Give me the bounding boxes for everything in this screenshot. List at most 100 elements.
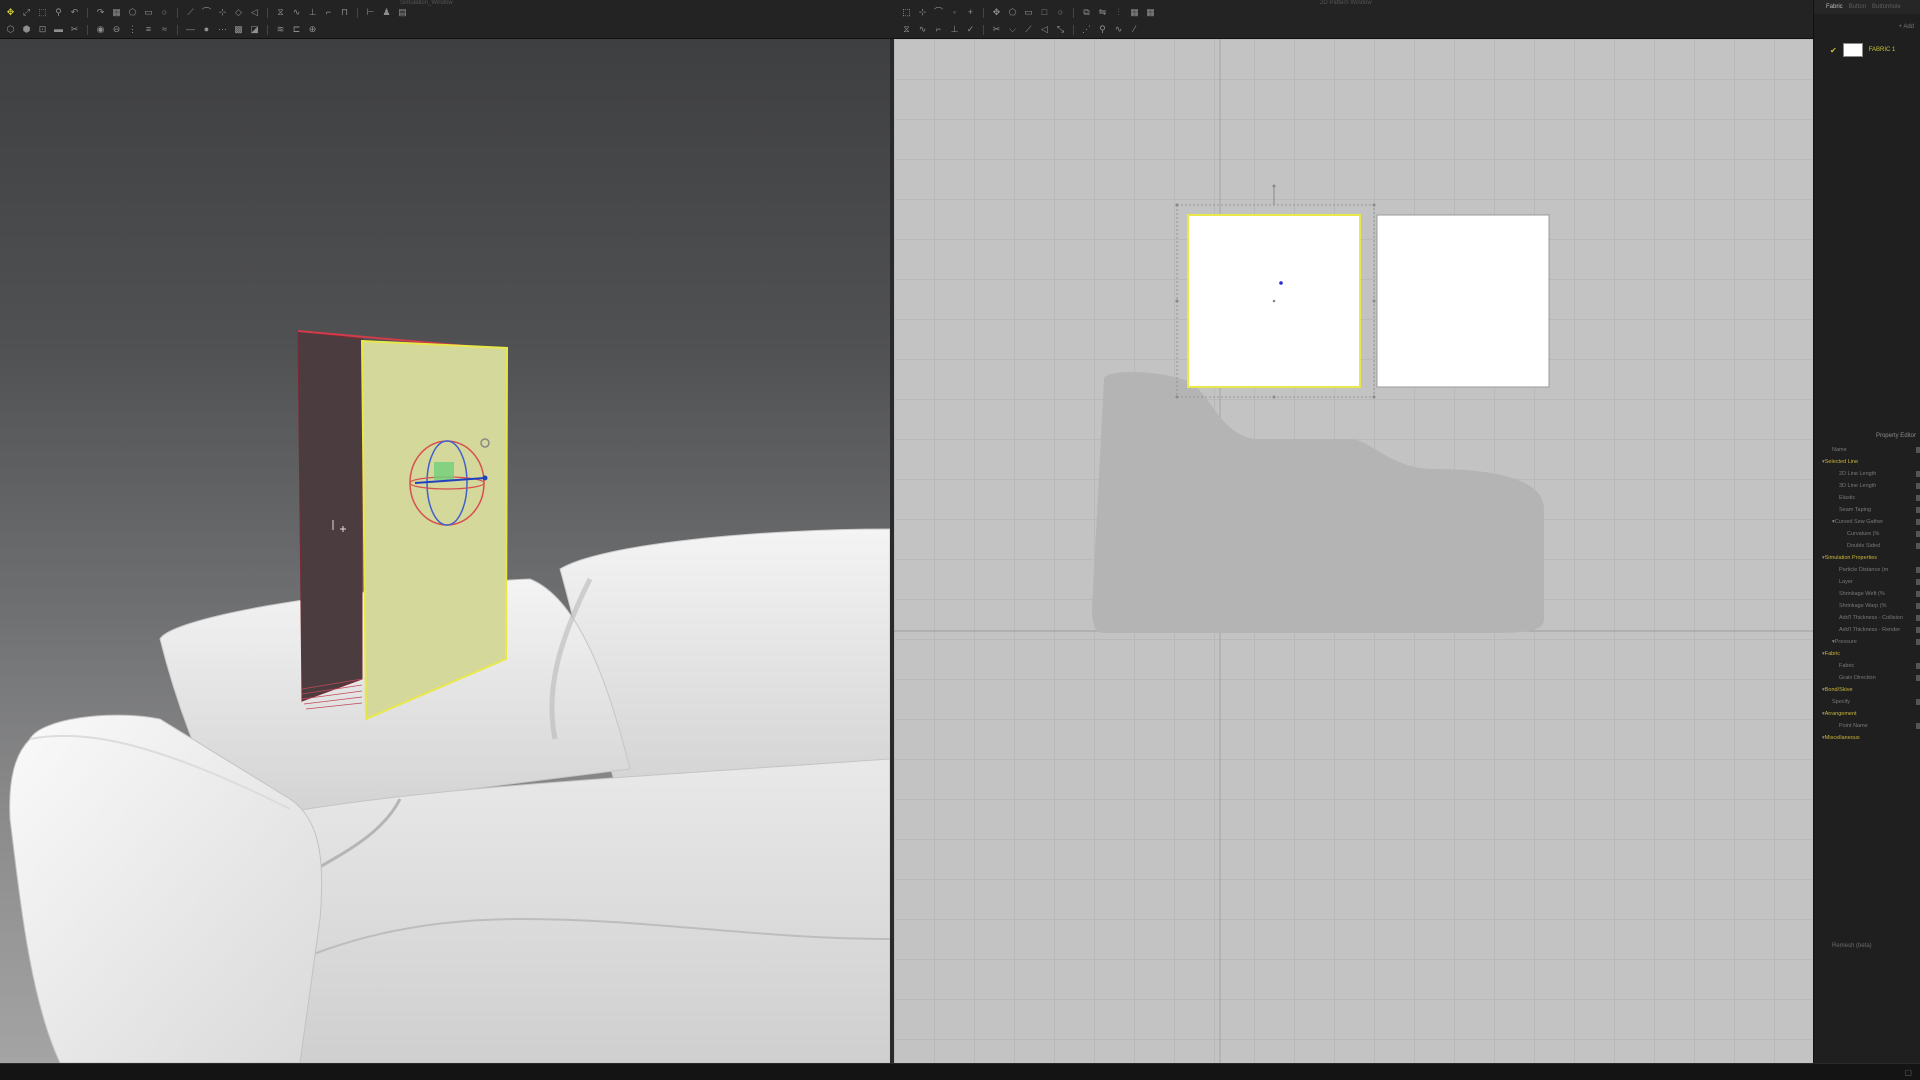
property-row[interactable]: Particle Distance (m — [1814, 564, 1920, 576]
property-value[interactable] — [1916, 447, 1920, 453]
property-row[interactable]: Point Name — [1814, 720, 1920, 732]
move-icon[interactable]: ✥ — [990, 7, 1003, 18]
offset-icon[interactable]: ⤡ — [1054, 24, 1067, 35]
property-value[interactable] — [1916, 543, 1920, 549]
property-row[interactable]: Name — [1814, 444, 1920, 456]
trim-icon[interactable]: ✂ — [68, 24, 81, 35]
puckering-icon[interactable]: ≋ — [274, 24, 287, 35]
curve-icon[interactable]: ⌒ — [200, 7, 213, 18]
property-value[interactable] — [1916, 627, 1920, 633]
property-value[interactable] — [1916, 591, 1920, 597]
pin-icon[interactable]: ⚲ — [52, 7, 65, 18]
free-sewing-icon[interactable]: ∿ — [290, 7, 303, 18]
free-sewing-icon[interactable]: ∿ — [916, 24, 929, 35]
property-value[interactable] — [1916, 483, 1920, 489]
trim-icon[interactable]: ✂ — [990, 24, 1003, 35]
sewing-icon[interactable]: ⧖ — [274, 7, 287, 18]
tab-button[interactable]: Button — [1849, 4, 1866, 10]
tab-buttonhole[interactable]: Buttonhole — [1872, 4, 1901, 10]
edit-curvature-icon[interactable]: ⌒ — [932, 7, 945, 18]
copy-icon[interactable]: ⧉ — [1080, 7, 1093, 18]
buttonhole-icon[interactable]: ⊖ — [110, 24, 123, 35]
property-value[interactable] — [1916, 531, 1920, 537]
property-row[interactable]: Add'l Thickness - Render — [1814, 624, 1920, 636]
edit-mesh-icon[interactable]: ⬢ — [20, 24, 33, 35]
property-section[interactable]: ▾ Selected Line — [1814, 456, 1920, 468]
sewing-check-icon[interactable]: ✓ — [964, 24, 977, 35]
piping-icon[interactable]: ≡ — [142, 24, 155, 35]
edit-pattern-icon[interactable]: ⬚ — [36, 7, 49, 18]
property-value[interactable] — [1916, 723, 1920, 729]
select-move-icon[interactable]: ✥ — [4, 7, 17, 18]
zipper-icon[interactable]: ⋮ — [126, 24, 139, 35]
property-row[interactable]: Elastic — [1814, 492, 1920, 504]
property-row[interactable]: Shrinkage Warp (% — [1814, 600, 1920, 612]
internal-polygon-icon[interactable]: ◇ — [232, 7, 245, 18]
property-value[interactable] — [1916, 579, 1920, 585]
property-row[interactable]: Fabric — [1814, 660, 1920, 672]
wave-icon[interactable]: ∿ — [1112, 24, 1125, 35]
pin-box-icon[interactable]: ⊡ — [36, 24, 49, 35]
add-point-icon[interactable]: + — [964, 7, 977, 18]
mirror-icon[interactable]: ⇋ — [1096, 7, 1109, 18]
circle-icon[interactable]: ○ — [1054, 7, 1067, 18]
stitch-icon[interactable]: ⋯ — [216, 24, 229, 35]
property-value[interactable] — [1916, 507, 1920, 513]
circle-icon[interactable]: ○ — [158, 7, 171, 18]
property-row[interactable]: Double Sided — [1814, 540, 1920, 552]
undo-icon[interactable]: ↶ — [68, 7, 81, 18]
tape-icon[interactable]: ▬ — [52, 24, 65, 35]
slash-icon[interactable]: ⁄ — [1128, 24, 1141, 35]
property-value[interactable] — [1916, 663, 1920, 669]
property-value[interactable] — [1916, 471, 1920, 477]
dot-icon[interactable]: ● — [200, 24, 213, 35]
curve-point-icon[interactable]: ⊹ — [216, 7, 229, 18]
property-row[interactable]: 2D Line Length — [1814, 468, 1920, 480]
property-row[interactable]: Grain Direction — [1814, 672, 1920, 684]
rectangle-icon[interactable]: ▭ — [1022, 7, 1035, 18]
button-icon[interactable]: ◉ — [94, 24, 107, 35]
property-row[interactable]: ▾ Curved Sew Gather — [1814, 516, 1920, 528]
internal-line-icon[interactable]: ⟋ — [1022, 24, 1035, 35]
elastic-icon[interactable]: ≈ — [158, 24, 171, 35]
property-section[interactable]: ▾ Simulation Properties — [1814, 552, 1920, 564]
property-section[interactable]: ▾ Fabric — [1814, 648, 1920, 660]
3d-viewport[interactable] — [0, 39, 890, 1063]
segment-sewing-icon[interactable]: ⧖ — [900, 24, 913, 35]
2d-pattern-window[interactable] — [894, 39, 1813, 1063]
grid-icon[interactable]: ▦ — [110, 7, 123, 18]
pattern-piece-2[interactable] — [1376, 214, 1550, 388]
property-section[interactable]: ▾ Miscellaneous — [1814, 732, 1920, 744]
tab-fabric[interactable]: Fabric — [1826, 4, 1843, 10]
property-row[interactable]: Specify — [1814, 696, 1920, 708]
tack-icon[interactable]: ⊥ — [306, 7, 319, 18]
window-restore-icon[interactable]: ▢ — [1904, 1068, 1912, 1077]
select-mesh-icon[interactable]: ⬡ — [4, 24, 17, 35]
property-value[interactable] — [1916, 639, 1920, 645]
polygon-icon[interactable]: ⬠ — [1006, 7, 1019, 18]
property-value[interactable] — [1916, 675, 1920, 681]
dart-icon[interactable]: ◁ — [1038, 24, 1051, 35]
avatar-icon[interactable]: ♟ — [380, 7, 393, 18]
pin-icon[interactable]: ⚲ — [1096, 24, 1109, 35]
table-icon[interactable]: ▦ — [1144, 7, 1157, 18]
property-row[interactable]: Seam Taping — [1814, 504, 1920, 516]
fabric-list-item[interactable]: ✔ FABRIC 1 — [1814, 42, 1920, 58]
property-row[interactable]: Add'l Thickness - Collision — [1814, 612, 1920, 624]
fold-icon[interactable]: ⌐ — [322, 7, 335, 18]
property-value[interactable] — [1916, 495, 1920, 501]
property-value[interactable] — [1916, 519, 1920, 525]
property-row[interactable]: 3D Line Length — [1814, 480, 1920, 492]
property-section[interactable]: ▾ Arrangement — [1814, 708, 1920, 720]
property-value[interactable] — [1916, 567, 1920, 573]
property-row[interactable]: ▾ Pressure — [1814, 636, 1920, 648]
tack-icon[interactable]: ⊥ — [948, 24, 961, 35]
transform-icon[interactable]: ⤢ — [20, 7, 33, 18]
polygon-icon[interactable]: ⬠ — [126, 7, 139, 18]
add-fabric-button[interactable]: + Add — [1898, 24, 1914, 30]
style-line-icon[interactable]: ⋰ — [1080, 24, 1093, 35]
grid-icon[interactable]: ▦ — [1128, 7, 1141, 18]
align-icon[interactable]: ⫶ — [1112, 7, 1125, 18]
notch-icon[interactable]: ⌵ — [1006, 24, 1019, 35]
rectangle-icon[interactable]: ▭ — [142, 7, 155, 18]
